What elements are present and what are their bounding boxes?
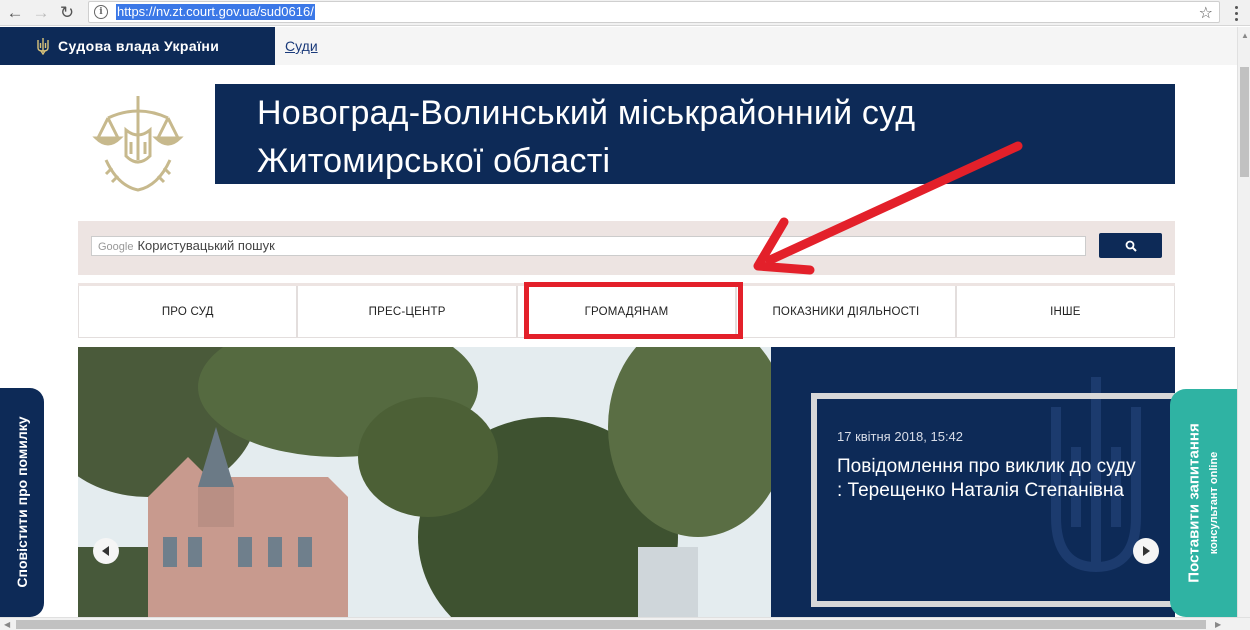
red-arrow-annotation (753, 141, 1023, 275)
news-frame: 17 квітня 2018, 15:42 Повідомлення про в… (811, 393, 1175, 607)
news-title[interactable]: Повідомлення про виклик до суду : Тереще… (837, 455, 1137, 503)
brand-title: Судова влада України (58, 38, 220, 54)
brand-block[interactable]: Судова влада України (0, 27, 275, 65)
scroll-right-icon[interactable]: ▶ (1215, 620, 1221, 629)
url-text[interactable]: https://nv.zt.court.gov.ua/sud0616/ (116, 4, 315, 20)
court-building-photo (78, 347, 771, 617)
scroll-left-icon[interactable]: ◀ (4, 620, 10, 629)
site-topbar: Судова влада України Суди (0, 27, 1237, 65)
report-error-label: Сповістити про помилку (14, 416, 30, 588)
report-error-tab[interactable]: Сповістити про помилку (0, 388, 44, 617)
vertical-scroll-thumb[interactable] (1240, 67, 1249, 177)
prev-arrow-icon (102, 546, 109, 556)
reload-button[interactable]: ↻ (56, 2, 78, 24)
title-line-2: Житомирської області (257, 142, 611, 180)
ask-question-tab[interactable]: Поставити запитання консультант online (1170, 389, 1237, 617)
nav-item-about[interactable]: ПРО СУД (78, 286, 298, 338)
nav-item-indicators[interactable]: ПОКАЗНИКИ ДІЯЛЬНОСТІ (736, 286, 956, 338)
highlight-annotation-box (524, 282, 743, 339)
horizontal-scroll-thumb[interactable] (16, 620, 1206, 629)
info-icon[interactable]: i (94, 5, 108, 19)
vertical-scrollbar[interactable]: ▲ (1237, 27, 1250, 617)
trident-icon (37, 38, 49, 55)
title-line-1: Новоград-Волинський міськрайонний суд (257, 94, 916, 132)
horizontal-scrollbar[interactable]: ◀ ▶ (0, 617, 1250, 630)
browser-menu-icon[interactable] (1226, 3, 1246, 23)
news-slider: 17 квітня 2018, 15:42 Повідомлення про в… (78, 347, 1175, 617)
search-icon (1125, 240, 1137, 252)
browser-toolbar: ← → ↻ i https://nv.zt.court.gov.ua/sud06… (0, 0, 1250, 26)
slider-prev-button[interactable] (93, 538, 119, 564)
search-button[interactable] (1099, 233, 1162, 258)
bookmark-star-icon[interactable]: ☆ (1199, 3, 1213, 23)
building-illustration (78, 347, 771, 617)
scroll-up-icon[interactable]: ▲ (1241, 31, 1249, 40)
slider-next-button[interactable] (1133, 538, 1159, 564)
nav-item-press[interactable]: ПРЕС-ЦЕНТР (297, 286, 517, 338)
next-arrow-icon (1143, 546, 1150, 556)
courts-link[interactable]: Суди (285, 38, 318, 54)
court-emblem-icon (92, 96, 184, 192)
news-date: 17 квітня 2018, 15:42 (837, 429, 964, 444)
google-label: Google (98, 241, 134, 253)
ask-question-label: Поставити запитання (1185, 423, 1203, 583)
online-consultant-label: консультант online (1208, 451, 1220, 555)
news-panel[interactable]: 17 квітня 2018, 15:42 Повідомлення про в… (771, 347, 1175, 617)
search-placeholder: Користувацький пошук (137, 238, 275, 253)
nav-item-other[interactable]: ІНШЕ (955, 286, 1176, 338)
address-bar[interactable]: i https://nv.zt.court.gov.ua/sud0616/ ☆ (88, 1, 1220, 23)
back-button[interactable]: ← (4, 2, 26, 24)
forward-button[interactable]: → (30, 2, 52, 24)
